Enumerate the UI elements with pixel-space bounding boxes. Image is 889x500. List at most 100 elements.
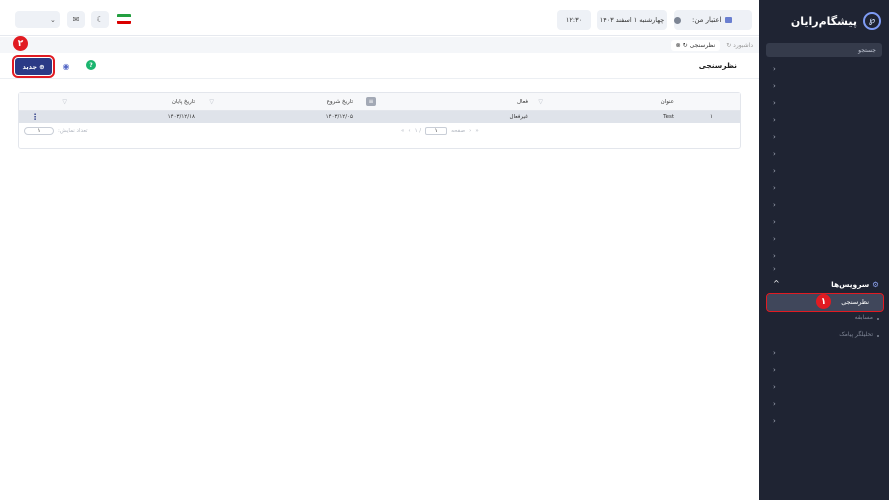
- page-title: نظرسنجی: [698, 61, 737, 70]
- refresh-icon: ↻: [682, 41, 688, 49]
- chevron-left-icon: ‹: [773, 82, 776, 90]
- sidebar-item[interactable]: ‹: [759, 397, 889, 414]
- page-size-label: تعداد نمایش:: [58, 128, 88, 134]
- filter-icon[interactable]: ▽: [209, 98, 214, 105]
- messages-button[interactable]: ✉: [67, 11, 85, 28]
- data-table: عنوان ▽ فعال ≡ تاریخ شروع ▽ تاریخ پایان …: [18, 92, 741, 149]
- user-dropdown[interactable]: ⌄: [15, 11, 60, 28]
- chevron-up-icon: ^: [773, 279, 780, 288]
- page-label: صفحه: [451, 128, 466, 134]
- column-header-title[interactable]: عنوان: [661, 99, 674, 105]
- logo-icon: ℘: [863, 12, 881, 30]
- sidebar-item[interactable]: ‹: [759, 346, 889, 363]
- wallet-icon: [724, 17, 732, 23]
- chevron-left-icon: ‹: [773, 235, 776, 243]
- page-toolbar: نظرسنجی جدید ⊕ ◉ ?: [0, 54, 759, 79]
- credit-badge[interactable]: اعتبار من:: [674, 10, 752, 30]
- flag-iran-icon[interactable]: [117, 14, 131, 24]
- next-page-icon[interactable]: ›: [408, 128, 410, 134]
- table-header: عنوان ▽ فعال ≡ تاریخ شروع ▽ تاریخ پایان …: [19, 93, 740, 111]
- filter-icon[interactable]: ▽: [538, 98, 543, 105]
- column-header-start[interactable]: تاریخ شروع: [327, 99, 353, 105]
- prev-page-icon[interactable]: ‹: [469, 128, 471, 134]
- sidebar-item[interactable]: ‹: [759, 363, 889, 380]
- row-title: Test: [663, 114, 674, 120]
- plus-circle-icon: ⊕: [39, 62, 45, 71]
- chevron-left-icon: ‹: [773, 99, 776, 107]
- moon-icon: ☾: [96, 15, 104, 24]
- chevron-left-icon: ‹: [773, 366, 776, 374]
- main-area: اعتبار من: چهارشنبه ۱ اسفند ۱۴۰۳ ۱۲:۳۰ ☾…: [0, 0, 759, 500]
- sidebar-item[interactable]: ‹: [759, 198, 889, 215]
- sidebar-item[interactable]: ‹: [759, 147, 889, 164]
- breadcrumb: داشبورد ↻ نظرسنجی ↻ ⊗: [0, 37, 759, 53]
- sidebar-item[interactable]: ‹: [759, 62, 889, 79]
- credit-status-icon: [674, 16, 681, 24]
- help-icon: ?: [89, 61, 93, 69]
- view-button[interactable]: ◉: [58, 59, 74, 73]
- new-button[interactable]: جدید ⊕: [12, 55, 55, 78]
- row-end-date: ۱۴۰۳/۱۲/۱۸: [167, 114, 195, 120]
- row-index: ۱: [710, 114, 713, 120]
- breadcrumb-dashboard[interactable]: داشبورد ↻: [726, 42, 753, 49]
- breadcrumb-current[interactable]: نظرسنجی ↻ ⊗: [670, 39, 721, 51]
- sidebar-item[interactable]: ‹: [759, 96, 889, 113]
- sidebar-item[interactable]: ‹: [759, 79, 889, 96]
- row-actions-icon[interactable]: ⋮: [31, 113, 39, 122]
- sidebar-search-input[interactable]: جستجو: [766, 43, 882, 57]
- chevron-left-icon: ‹: [773, 133, 776, 141]
- chevron-left-icon: ‹: [773, 252, 776, 260]
- sidebar-section-services[interactable]: ⚙ سرویس‌ها ^: [759, 277, 889, 293]
- row-start-date: ۱۴۰۳/۱۲/۰۵: [325, 114, 353, 120]
- brand[interactable]: ℘ پیشگام‌رایان: [791, 12, 881, 30]
- help-button[interactable]: ?: [86, 60, 96, 70]
- sidebar-item[interactable]: ‹: [759, 130, 889, 147]
- page-input[interactable]: ۱: [425, 127, 448, 135]
- filter-icon[interactable]: ▽: [62, 98, 67, 105]
- column-header-end[interactable]: تاریخ پایان: [172, 99, 195, 105]
- page-size-select[interactable]: ۱: [24, 127, 54, 135]
- sidebar-item[interactable]: ‹: [759, 380, 889, 397]
- refresh-icon: ↻: [726, 41, 732, 49]
- chevron-left-icon: ‹: [773, 400, 776, 408]
- chevron-left-icon: ‹: [773, 349, 776, 357]
- table-row[interactable]: ۱ Test غیرفعال ۱۴۰۳/۱۲/۰۵ ۱۴۰۳/۱۲/۱۸ ⋮: [19, 111, 740, 123]
- column-menu-icon[interactable]: ≡: [366, 97, 376, 106]
- chevron-left-icon: ‹: [773, 265, 776, 273]
- sidebar-item[interactable]: ‹: [759, 215, 889, 232]
- chevron-down-icon: ⌄: [50, 15, 56, 24]
- chevron-left-icon: ‹: [773, 201, 776, 209]
- services-icon: ⚙: [872, 280, 879, 289]
- sidebar-item[interactable]: ‹: [759, 181, 889, 198]
- sidebar-item[interactable]: ‹: [759, 113, 889, 130]
- sidebar-item[interactable]: ‹: [759, 414, 889, 431]
- step-marker-2: ۲: [13, 36, 28, 51]
- first-page-icon[interactable]: «: [475, 128, 478, 134]
- brand-name: پیشگام‌رایان: [790, 14, 857, 28]
- sidebar-item[interactable]: ‹: [759, 232, 889, 249]
- new-button-label: جدید: [22, 62, 38, 71]
- chevron-left-icon: ‹: [773, 167, 776, 175]
- chevron-left-icon: ‹: [773, 383, 776, 391]
- time-display: ۱۲:۳۰: [557, 10, 591, 30]
- eye-icon: ◉: [62, 61, 70, 71]
- page-size: تعداد نمایش: ۱: [24, 127, 88, 135]
- sidebar: ℘ پیشگام‌رایان جستجو ‹ ‹ ‹ ‹ ‹ ‹ ‹ ‹ ‹ ‹…: [759, 0, 889, 500]
- sidebar-subitem-contest[interactable]: مسابقه: [759, 313, 889, 325]
- close-icon[interactable]: ⊗: [676, 42, 681, 49]
- row-active: غیرفعال: [509, 114, 528, 120]
- date-display: چهارشنبه ۱ اسفند ۱۴۰۳: [597, 10, 667, 30]
- sidebar-item[interactable]: ‹: [759, 164, 889, 181]
- chevron-left-icon: ‹: [773, 417, 776, 425]
- column-header-active[interactable]: فعال: [517, 99, 528, 105]
- pagination: « ‹ صفحه ۱ / ۱ › »: [401, 127, 479, 135]
- chevron-left-icon: ‹: [773, 116, 776, 124]
- sidebar-subitem-sms-analyzer[interactable]: تحلیلگر پیامک: [759, 330, 889, 342]
- last-page-icon[interactable]: »: [401, 128, 404, 134]
- chevron-left-icon: ‹: [773, 150, 776, 158]
- sidebar-item-label: نظرسنجی: [841, 298, 869, 306]
- chevron-left-icon: ‹: [773, 218, 776, 226]
- page-total: / ۱: [414, 128, 422, 134]
- theme-toggle-button[interactable]: ☾: [91, 11, 109, 28]
- mail-icon: ✉: [72, 15, 80, 24]
